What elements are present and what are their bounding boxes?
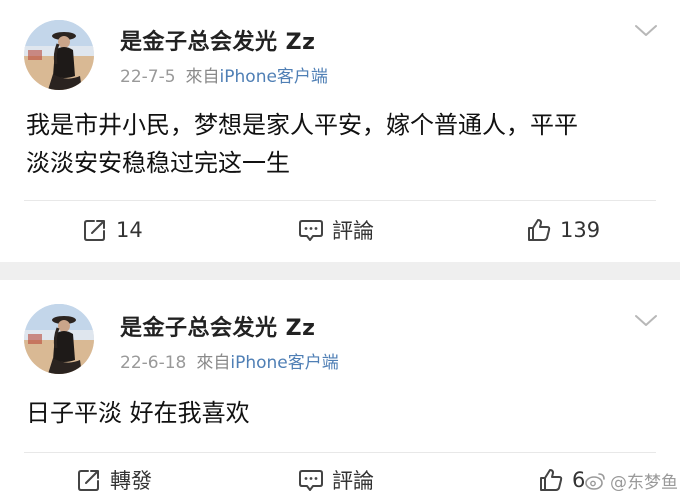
post-meta: 22-7-5 來自iPhone客户端 [120, 62, 328, 87]
post-content-line: 我是市井小民，梦想是家人平安，嫁个普通人，平平 [26, 111, 578, 139]
post-card: 是金子总会发光 Zz 22-6-18 來自iPhone客户端 日子平淡 好在我喜欢… [0, 280, 680, 500]
divider [24, 452, 656, 453]
post-card: 是金子总会发光 Zz 22-7-5 來自iPhone客户端 我是市井小民，梦想是家… [0, 0, 680, 262]
post-meta: 22-6-18 來自iPhone客户端 [120, 348, 339, 373]
source-prefix: 來自 [196, 353, 231, 373]
source-device[interactable]: iPhone客户端 [230, 353, 338, 373]
comment-icon [298, 217, 324, 243]
repost-button[interactable]: 14 [82, 210, 143, 250]
chevron-down-icon[interactable] [634, 24, 658, 38]
user-name[interactable]: 是金子总会发光 Zz [120, 24, 315, 56]
watermark-text: @东梦鱼 [610, 473, 678, 493]
repost-label: 轉發 [110, 469, 152, 493]
post-content: 我是市井小民，梦想是家人平安，嫁个普通人，平平 淡淡安安稳稳过完这一生 [26, 106, 654, 182]
user-name[interactable]: 是金子总会发光 Zz [120, 310, 315, 342]
post-separator [0, 262, 680, 280]
post-date: 22-6-18 [120, 353, 187, 373]
repost-icon [82, 217, 108, 243]
repost-button[interactable]: 轉發 [76, 460, 152, 500]
post-content: 日子平淡 好在我喜欢 [26, 394, 654, 432]
post-date: 22-7-5 [120, 67, 176, 87]
like-count: 139 [560, 218, 601, 242]
divider [24, 200, 656, 201]
comment-label: 評論 [332, 469, 374, 493]
thumbs-up-icon [538, 467, 564, 493]
comment-button[interactable]: 評論 [298, 460, 374, 500]
like-button[interactable]: 139 [526, 210, 600, 250]
avatar[interactable] [24, 304, 94, 374]
weibo-logo-icon [584, 471, 606, 491]
post-content-line: 淡淡安安稳稳过完这一生 [26, 149, 290, 177]
source-prefix: 來自 [185, 67, 220, 87]
action-bar: 14 評論 139 [0, 210, 680, 250]
comment-label: 評論 [332, 219, 374, 243]
avatar[interactable] [24, 20, 94, 90]
like-button[interactable]: 6 [538, 460, 585, 500]
comment-button[interactable]: 評論 [298, 210, 374, 250]
watermark: @东梦鱼 [584, 468, 678, 493]
repost-icon [76, 467, 102, 493]
thumbs-up-icon [526, 217, 552, 243]
post-content-line: 日子平淡 好在我喜欢 [26, 399, 250, 427]
repost-count: 14 [116, 218, 143, 242]
chevron-down-icon[interactable] [634, 314, 658, 328]
action-bar: 轉發 評論 6 [0, 460, 680, 500]
comment-icon [298, 467, 324, 493]
source-device[interactable]: iPhone客户端 [220, 67, 328, 87]
